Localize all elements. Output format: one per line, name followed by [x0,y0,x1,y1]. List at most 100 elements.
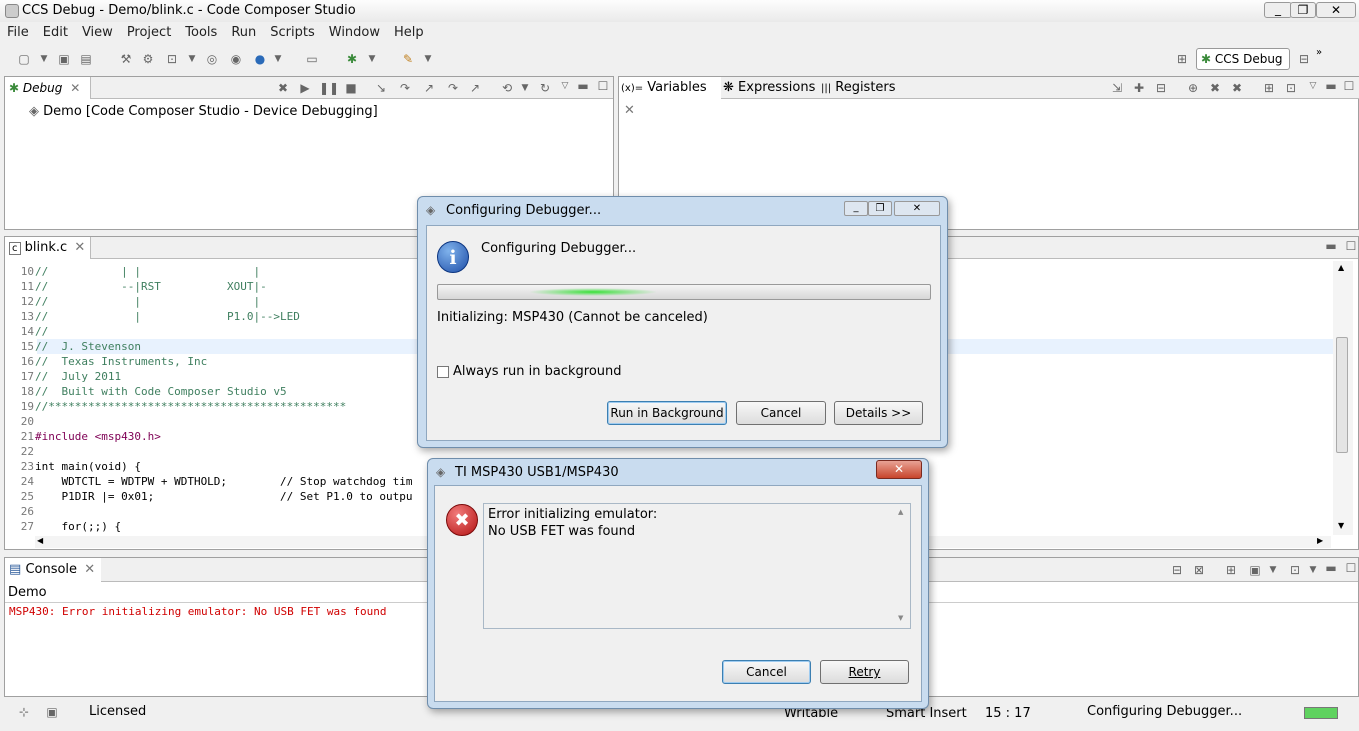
scroll-up-icon[interactable]: ▲ [1338,263,1344,272]
step-into-icon[interactable]: ↘ [373,80,389,96]
maximize-view-icon[interactable]: ☐ [1343,238,1359,254]
bug-icon[interactable]: ✱ [344,51,360,67]
minimize-button[interactable]: _ [1264,2,1292,18]
debug-tab[interactable]: ✱ Debug ✕ [5,77,91,99]
dropdown-icon[interactable]: ▼ [184,51,200,67]
view-menu-icon[interactable]: ▽ [557,78,573,94]
new-view-icon[interactable]: ⊡ [1283,80,1299,96]
perspective-ccs-debug[interactable]: ✱ CCS Debug [1196,48,1290,70]
terminal-icon[interactable]: ▭ [304,51,320,67]
error-dialog-close-button[interactable]: ✕ [876,460,922,479]
scroll-up-icon[interactable]: ▲ [898,508,903,516]
step-asm-return-icon[interactable]: ↗ [467,80,483,96]
menu-edit[interactable]: Edit [43,25,68,40]
add-icon[interactable]: ✚ [1131,80,1147,96]
menu-scripts[interactable]: Scripts [270,25,314,40]
dropdown-icon[interactable]: ▼ [270,51,286,67]
scroll-down-icon[interactable]: ▼ [1338,521,1344,530]
retry-button[interactable]: Retry [820,660,909,684]
restart-icon[interactable]: ↻ [537,80,553,96]
tab-variables[interactable]: (x)= Variables ✕ [619,77,721,118]
debug-tree-item[interactable]: ◈ Demo [Code Composer Studio - Device De… [29,104,378,119]
dialog-close-button[interactable]: ✕ [894,201,940,216]
fast-view-icon[interactable]: ⊹ [16,704,32,720]
tools-icon[interactable]: ✎ [400,51,416,67]
close-icon[interactable]: ✕ [70,81,80,95]
debug-config-icon[interactable]: ⚙ [140,51,156,67]
vertical-scrollbar[interactable]: ▲ ▼ [1333,261,1353,535]
flash-icon[interactable]: ⊡ [164,51,180,67]
maximize-button[interactable]: ❐ [1290,2,1316,18]
always-background-label[interactable]: Always run in background [453,364,622,379]
open-perspective-icon[interactable]: ⊞ [1174,51,1190,67]
device-status-icon[interactable]: ▣ [44,704,60,720]
build-icon[interactable]: ⚒ [118,51,134,67]
close-icon[interactable]: ✕ [74,240,85,255]
scroll-thumb[interactable] [1336,337,1348,453]
pin-console-icon[interactable]: ⊞ [1223,562,1239,578]
dropdown-icon[interactable]: ▼ [420,51,436,67]
scroll-left-icon[interactable]: ◀ [37,536,43,545]
target-icon[interactable]: ◉ [228,51,244,67]
minimize-view-icon[interactable]: ▬ [1323,560,1339,576]
dialog-maximize-button[interactable]: ❐ [868,201,892,216]
globe-icon[interactable]: ● [252,51,268,67]
breakpoint-icon[interactable]: ◎ [204,51,220,67]
menu-run[interactable]: Run [231,25,256,40]
maximize-view-icon[interactable]: ☐ [1343,560,1359,576]
tab-expressions[interactable]: ❋ Expressions [723,77,815,99]
save-all-icon[interactable]: ▤ [78,51,94,67]
minimize-view-icon[interactable]: ▬ [1323,238,1339,254]
dropdown-icon[interactable]: ▼ [36,51,52,67]
view-menu-icon[interactable]: ▽ [1305,78,1321,94]
resume-icon[interactable]: ▶ [297,80,313,96]
dialog-minimize-button[interactable]: _ [844,201,868,216]
remove-icon[interactable]: ✖ [1207,80,1223,96]
dropdown-icon[interactable]: ▼ [1265,562,1281,578]
open-console-icon[interactable]: ⊡ [1287,562,1303,578]
tab-registers[interactable]: ||| Registers [821,77,896,99]
perspective-icon[interactable]: ⊟ [1296,51,1312,67]
config-cancel-button[interactable]: Cancel [736,401,826,425]
collapse-all-icon[interactable]: ⊟ [1153,80,1169,96]
maximize-view-icon[interactable]: ☐ [1341,78,1357,94]
menu-help[interactable]: Help [394,25,424,40]
remove-all-icon[interactable]: ✖ [1229,80,1245,96]
new-icon[interactable]: ▢ [16,51,32,67]
close-icon[interactable]: ✕ [84,562,95,577]
reset-icon[interactable]: ⟲ [499,80,515,96]
clear-console-icon[interactable]: ⊟ [1169,562,1185,578]
scroll-lock-icon[interactable]: ⊠ [1191,562,1207,578]
menu-tools[interactable]: Tools [185,25,217,40]
menu-window[interactable]: Window [329,25,380,40]
scroll-down-icon[interactable]: ▼ [898,614,903,622]
status-progress-bar[interactable] [1304,707,1338,719]
save-icon[interactable]: ▣ [56,51,72,67]
close-button[interactable]: ✕ [1316,2,1356,18]
tab-blink-c[interactable]: c blink.c ✕ [5,237,91,259]
menu-project[interactable]: Project [127,25,171,40]
display-console-icon[interactable]: ▣ [1247,562,1263,578]
dropdown-icon[interactable]: ▼ [517,80,533,96]
maximize-view-icon[interactable]: ☐ [595,78,611,94]
minimize-view-icon[interactable]: ▬ [575,78,591,94]
scroll-right-icon[interactable]: ▶ [1317,536,1323,545]
pin-icon[interactable]: ⊞ [1261,80,1277,96]
minimize-view-icon[interactable]: ▬ [1323,78,1339,94]
error-cancel-button[interactable]: Cancel [722,660,811,684]
error-message-box[interactable]: Error initializing emulator: No USB FET … [483,503,911,629]
step-return-icon[interactable]: ↗ [421,80,437,96]
step-over-icon[interactable]: ↷ [397,80,413,96]
menu-view[interactable]: View [82,25,113,40]
more-perspectives-icon[interactable]: » [1316,47,1322,58]
new-expression-icon[interactable]: ⊕ [1185,80,1201,96]
tab-console[interactable]: ▤ Console ✕ [5,558,101,582]
menu-file[interactable]: File [7,25,29,40]
suspend-icon[interactable]: ❚❚ [319,80,339,96]
details-button[interactable]: Details >> [834,401,923,425]
dropdown-icon[interactable]: ▼ [364,51,380,67]
collapse-icon[interactable]: ⇲ [1109,80,1125,96]
close-icon[interactable]: ✕ [624,103,635,118]
remove-icon[interactable]: ✖ [275,80,291,96]
dropdown-icon[interactable]: ▼ [1305,562,1321,578]
